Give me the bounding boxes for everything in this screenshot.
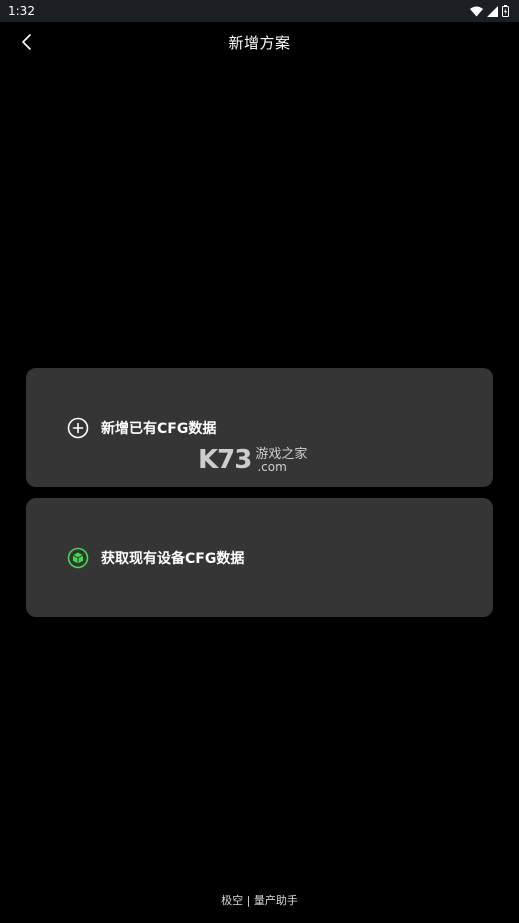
watermark: K73 游戏之家 .com — [198, 445, 308, 475]
page-title: 新增方案 — [228, 33, 291, 52]
screen: 1:32 新增方案 新增已有CFG数据 K73 游戏之家 .com 获取现有设备… — [0, 0, 519, 923]
wifi-icon — [470, 6, 483, 16]
battery-icon — [502, 5, 509, 17]
fetch-device-cfg-label: 获取现有设备CFG数据 — [101, 550, 245, 567]
watermark-text: 游戏之家 — [255, 446, 308, 462]
status-time: 1:32 — [8, 4, 35, 18]
chevron-left-icon — [22, 34, 31, 50]
footer: 极空 | 量产助手 — [221, 894, 298, 907]
status-bar: 1:32 — [0, 0, 519, 22]
plus-circle-icon — [67, 417, 89, 439]
watermark-logo: K73 — [198, 445, 252, 475]
fetch-device-cfg-button[interactable]: 获取现有设备CFG数据 — [26, 498, 493, 617]
back-button[interactable] — [12, 28, 40, 56]
status-icons — [470, 5, 509, 17]
cube-icon — [67, 547, 89, 569]
signal-icon — [487, 5, 498, 17]
add-existing-cfg-label: 新增已有CFG数据 — [101, 420, 217, 437]
header: 新增方案 — [0, 22, 519, 62]
watermark-domain: .com — [257, 459, 287, 474]
